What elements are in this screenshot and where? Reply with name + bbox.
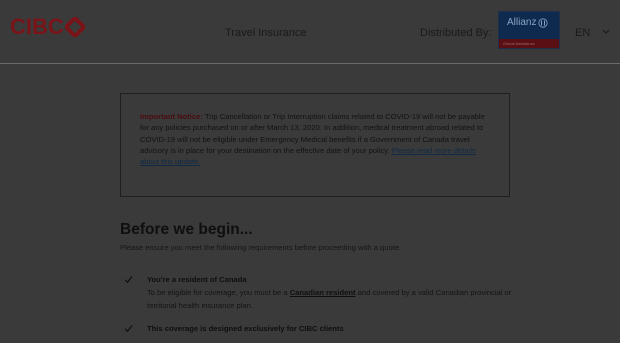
allianz-eagle-icon: [538, 17, 549, 28]
notice-label: Important Notice:: [140, 112, 203, 121]
site-header: CIBC Travel Insurance Distributed By: Al…: [0, 0, 620, 64]
cibc-diamond-icon: [64, 17, 85, 37]
requirement-body-text: To be eligible for coverage, you must be…: [147, 288, 290, 297]
distributed-by-label: Distributed By:: [420, 27, 492, 39]
allianz-strip: Global Assistance: [499, 39, 559, 48]
page-title: Travel Insurance: [225, 27, 307, 39]
language-selector[interactable]: EN: [575, 27, 590, 39]
requirement-title: You're a resident of Canada: [147, 275, 247, 284]
allianz-brand: Allianz: [507, 17, 549, 28]
section-subheading: Please ensure you meet the following req…: [120, 243, 402, 252]
canadian-resident-link[interactable]: Canadian resident: [290, 288, 356, 297]
allianz-strip-text: Global Assistance: [503, 41, 535, 46]
allianz-logo: Allianz Global Assistance: [498, 11, 560, 49]
cibc-logo[interactable]: CIBC: [10, 14, 85, 40]
requirement-body: To be eligible for coverage, you must be…: [147, 287, 517, 312]
requirement-title: This coverage is designed exclusively fo…: [147, 324, 344, 333]
check-icon: [124, 276, 133, 284]
logo-text: CIBC: [10, 14, 64, 39]
check-icon: [124, 325, 133, 333]
chevron-down-icon[interactable]: [602, 29, 610, 35]
section-heading: Before we begin...: [120, 221, 253, 238]
allianz-text: Allianz: [507, 17, 537, 28]
important-notice: Important Notice: Trip Cancellation or T…: [120, 93, 510, 197]
